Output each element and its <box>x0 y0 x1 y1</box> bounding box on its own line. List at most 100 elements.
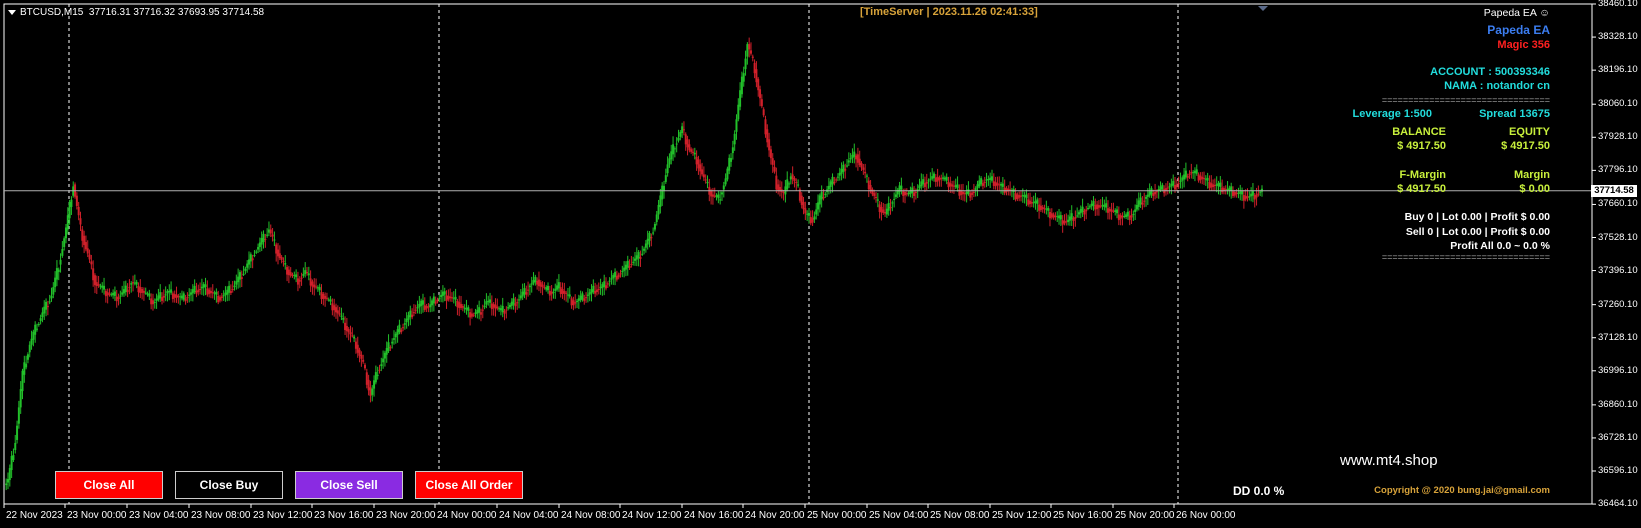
candle-body <box>258 242 261 248</box>
candle-body <box>325 297 328 299</box>
candle-body <box>508 304 511 308</box>
x-tick-label: 25 Nov 04:00 <box>869 510 929 521</box>
candle-body <box>322 294 325 299</box>
candle-body <box>307 273 310 276</box>
candle-body <box>110 294 113 296</box>
candle-body <box>518 299 521 301</box>
candle-body <box>16 425 19 440</box>
candle-body <box>682 129 685 131</box>
candle-body <box>1233 191 1236 196</box>
x-tick-label: 24 Nov 12:00 <box>622 510 682 521</box>
close-sell-button[interactable]: Close Sell <box>295 471 403 499</box>
candle-body <box>1192 172 1195 174</box>
candle-body <box>1145 196 1148 199</box>
candle-body <box>1255 194 1258 198</box>
candle-body <box>1121 215 1124 218</box>
candle-body <box>316 287 319 289</box>
candle-body <box>329 299 332 302</box>
candle-body <box>1215 184 1218 186</box>
candle-body <box>630 263 633 265</box>
candle-body <box>470 313 473 317</box>
candle-body <box>697 159 700 169</box>
y-tick-label: 37796.10 <box>1598 164 1638 176</box>
candle-body <box>952 185 955 187</box>
candle-body <box>1014 193 1017 200</box>
candle-body <box>623 267 626 271</box>
candle-body <box>547 285 550 291</box>
dropdown-triangle-icon[interactable] <box>8 9 16 15</box>
candle-body <box>447 295 450 300</box>
candle-body <box>612 275 615 279</box>
candle-body <box>621 270 624 273</box>
candle-body <box>1179 180 1182 182</box>
candle-body <box>496 306 499 309</box>
candle-body <box>195 290 198 294</box>
close-all-button[interactable]: Close All <box>55 471 163 499</box>
candle-body <box>128 287 131 289</box>
y-tick-label: 36728.10 <box>1598 431 1638 443</box>
candle-body <box>383 352 386 359</box>
candle-body <box>315 286 318 288</box>
candle-body <box>762 109 765 116</box>
candle-body <box>577 298 580 301</box>
candle-body <box>619 273 622 275</box>
y-tick-label: 36596.10 <box>1598 465 1638 476</box>
candle-body <box>983 181 986 183</box>
candle-body <box>1067 219 1070 222</box>
candle-body <box>200 286 203 289</box>
candle-body <box>112 292 115 296</box>
candle-body <box>443 291 446 295</box>
candle-body <box>30 338 33 345</box>
candle-body <box>1248 196 1251 198</box>
panel-divider-bottom: ================================ <box>1381 252 1550 262</box>
candle-body <box>425 305 428 309</box>
candle-body <box>436 299 439 302</box>
candle-body <box>248 259 251 265</box>
price-chart[interactable] <box>0 0 1641 528</box>
candle-body <box>35 328 38 330</box>
candle-body <box>1038 204 1041 211</box>
y-tick-label: 37528.10 <box>1598 231 1638 243</box>
x-tick-label: 24 Nov 00:00 <box>437 510 497 521</box>
candle-body <box>764 119 767 135</box>
candle-body <box>673 148 676 150</box>
candle-body <box>135 281 138 285</box>
candle-body <box>269 229 272 234</box>
candle-body <box>1221 187 1224 193</box>
candle-body <box>378 369 381 371</box>
y-tick-label: 38196.10 <box>1598 64 1638 76</box>
candle-body <box>481 309 484 311</box>
candle-body <box>802 201 805 210</box>
candle-body <box>342 317 345 320</box>
candle-body <box>320 292 323 300</box>
candle-body <box>769 149 772 159</box>
candle-body <box>405 318 408 323</box>
candle-body <box>601 284 604 288</box>
candle-body <box>423 305 426 310</box>
candle-body <box>875 196 878 198</box>
candle-body <box>650 237 653 239</box>
candle-body <box>432 296 435 304</box>
candle-body <box>581 293 584 300</box>
candle-body <box>943 177 946 180</box>
candle-body <box>5 483 8 486</box>
candle-body <box>695 156 698 165</box>
candle-body <box>376 374 379 377</box>
candle-body <box>1108 208 1111 212</box>
candle-body <box>717 194 720 199</box>
candle-body <box>1114 210 1117 212</box>
candle-body <box>1177 183 1180 185</box>
close-buy-button[interactable]: Close Buy <box>175 471 283 499</box>
candle-body <box>103 285 106 290</box>
candle-body <box>1128 215 1131 221</box>
candle-body <box>249 254 252 262</box>
candle-body <box>537 279 540 287</box>
candle-body <box>724 178 727 185</box>
close-all-order-button[interactable]: Close All Order <box>415 471 523 499</box>
candle-body <box>1063 220 1066 224</box>
candle-body <box>1228 187 1231 191</box>
drawdown-label: DD 0.0 % <box>1233 484 1285 498</box>
candle-body <box>951 184 954 187</box>
candle-body <box>253 255 256 257</box>
candle-body <box>740 76 743 95</box>
